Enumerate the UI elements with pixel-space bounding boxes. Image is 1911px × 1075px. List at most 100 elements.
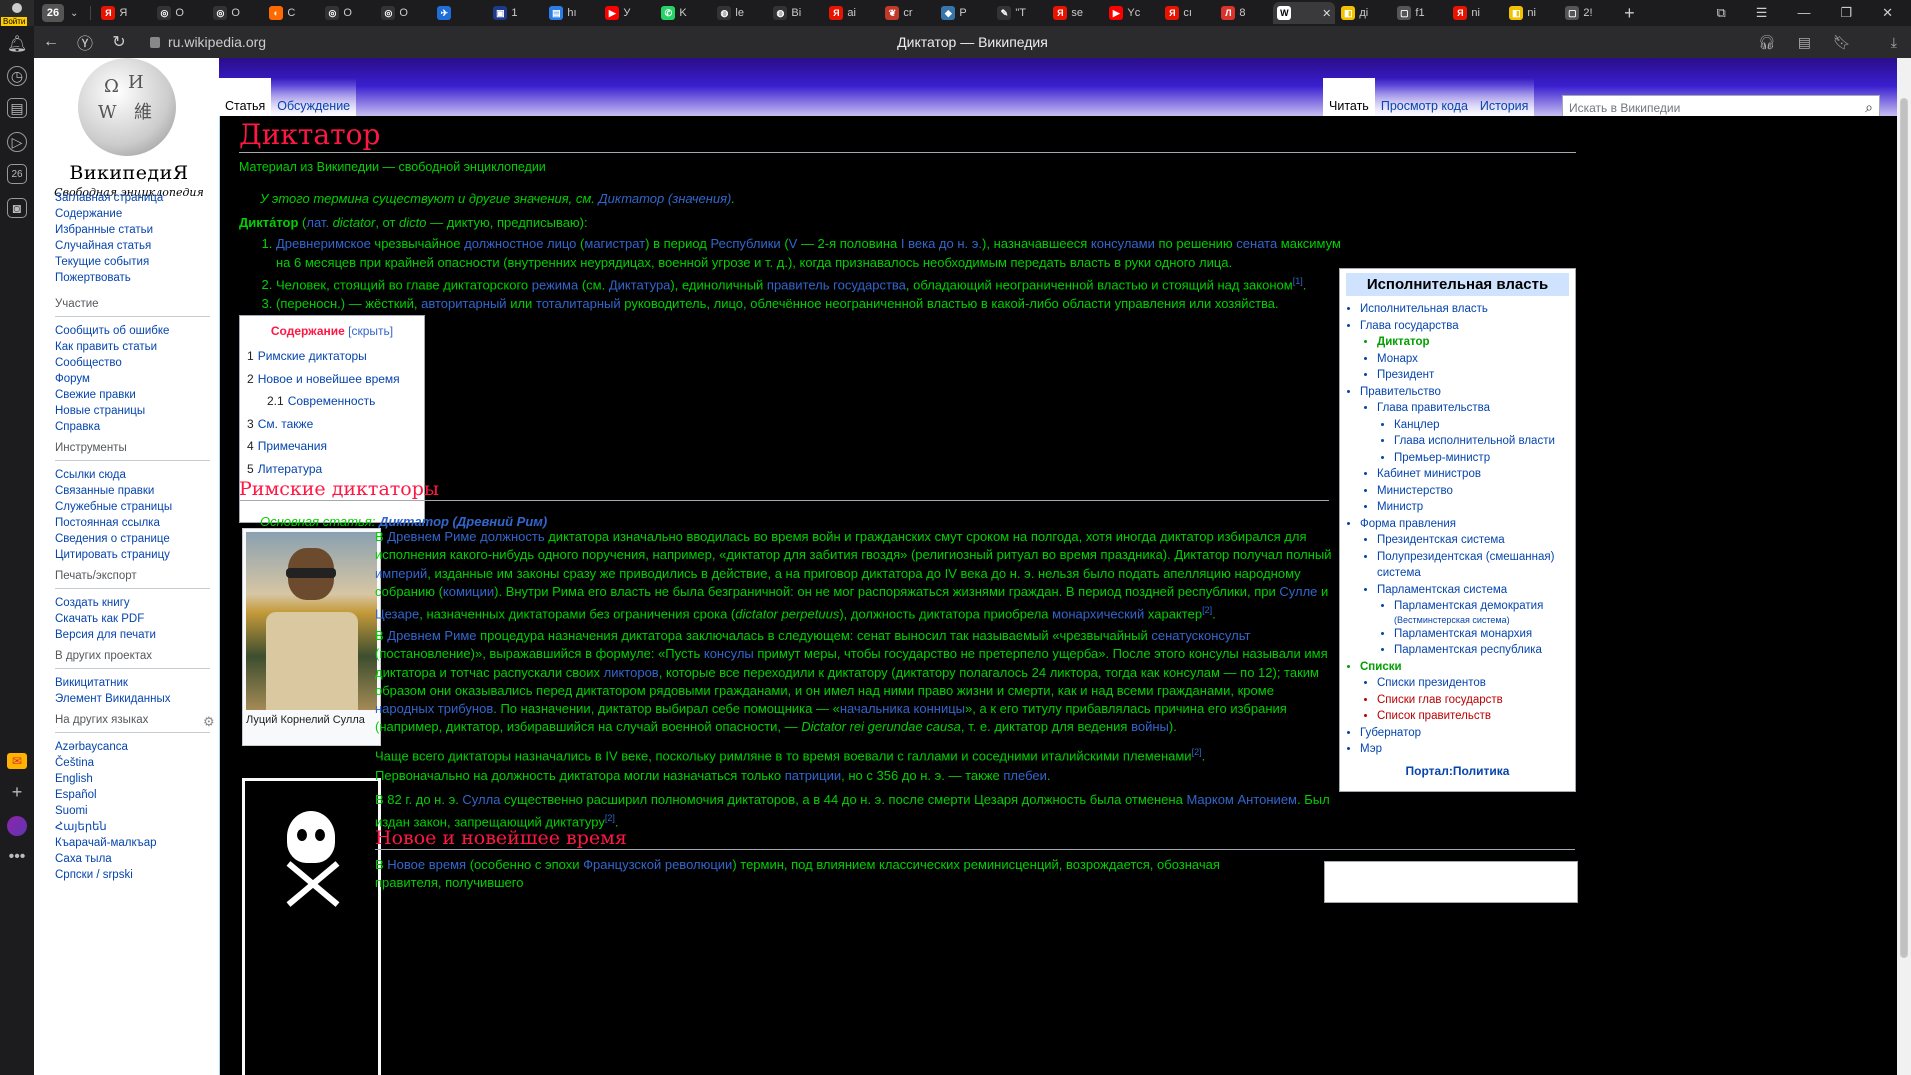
pirate-flag-image[interactable] <box>242 778 381 1075</box>
infobox-item[interactable]: Исполнительная власть <box>1360 301 1569 318</box>
browser-tab[interactable]: ✆ K <box>657 2 711 24</box>
infobox-item[interactable]: Форма правления <box>1360 516 1569 533</box>
close-window-button[interactable]: ✕ <box>1882 5 1893 21</box>
infobox-item[interactable]: Диктатор <box>1377 334 1569 351</box>
sidebar-link[interactable]: Suomi <box>55 803 215 819</box>
reader-icon[interactable]: ▤ <box>1798 34 1811 51</box>
hatnote-link[interactable]: Диктатор (значения) <box>599 191 732 206</box>
assistant-icon[interactable] <box>0 816 34 839</box>
scrollbar-thumb[interactable] <box>1900 98 1908 958</box>
search-icon[interactable]: ⌕ <box>1865 99 1873 116</box>
sidebar-link[interactable]: Текущие события <box>55 254 215 270</box>
download-icon[interactable]: ⤓ <box>1891 34 1897 51</box>
yandex-icon[interactable]: Ⓨ <box>68 30 102 54</box>
browser-tab[interactable]: ▤ hı <box>545 2 599 24</box>
toc-item[interactable]: 3 См. также <box>247 413 417 436</box>
tab-talk[interactable]: Обсуждение <box>271 78 357 119</box>
infobox-item[interactable]: Министр <box>1377 499 1569 516</box>
toc-item[interactable]: 4 Примечания <box>247 435 417 458</box>
infobox-item[interactable]: Списки <box>1360 659 1569 676</box>
browser-tab[interactable]: Яse <box>1049 2 1103 24</box>
thumbnail-figure[interactable]: Луций Корнелий Сулла <box>242 528 381 746</box>
sidebar-link[interactable]: Новые страницы <box>55 403 215 419</box>
sidebar-link[interactable]: Служебные страницы <box>55 499 215 515</box>
browser-tab[interactable]: Яcı <box>1161 2 1215 24</box>
browser-tab[interactable]: ▶ Yc <box>1105 2 1159 24</box>
more-icon[interactable]: ••• <box>0 848 34 866</box>
infobox-item[interactable]: Парламентская республика <box>1394 642 1569 659</box>
sidebar-link[interactable]: Čeština <box>55 755 215 771</box>
infobox-item[interactable]: Министерство <box>1377 483 1569 500</box>
tab-list-icon[interactable]: ⧉ <box>1716 5 1725 21</box>
add-icon[interactable]: + <box>0 782 34 803</box>
tab-history[interactable]: История <box>1473 78 1535 119</box>
reload-icon[interactable]: ↻ <box>102 32 136 52</box>
sidebar-link[interactable]: Հայերեն <box>55 819 215 835</box>
chevron-down-icon[interactable]: ⌄ <box>70 8 78 19</box>
tab-article[interactable]: Статья <box>219 78 272 119</box>
toc-item[interactable]: 1 Римские диктаторы <box>247 345 417 368</box>
infobox-item[interactable]: Правительство <box>1360 384 1569 401</box>
sidebar-link[interactable]: Саха тыла <box>55 851 215 867</box>
sidebar-link[interactable]: Ссылки сюда <box>55 467 215 483</box>
bell-icon[interactable]: 🔔︎ <box>7 34 27 54</box>
sidebar-link[interactable]: English <box>55 771 215 787</box>
infobox-item[interactable]: Президентская система <box>1377 532 1569 549</box>
thumbnail-image[interactable] <box>246 532 377 710</box>
sidebar-link[interactable]: Содержание <box>55 206 215 222</box>
toc-item[interactable]: 2 Новое и новейшее время <box>247 368 417 391</box>
toc-item[interactable]: 5 Литература <box>247 458 417 481</box>
lang-link[interactable]: лат. <box>306 215 329 230</box>
new-tab-button[interactable]: + <box>1615 3 1643 24</box>
profile-button[interactable]: Войти <box>0 0 34 26</box>
sidebar-link[interactable]: Заглавная страница <box>55 190 215 206</box>
play-icon[interactable]: ▷ <box>7 132 27 152</box>
sidebar-link[interactable]: Español <box>55 787 215 803</box>
browser-tab[interactable]: ◧ ді <box>1337 2 1391 24</box>
browser-tab[interactable]: ▢ 2! <box>1561 2 1615 24</box>
infobox-item[interactable]: (Вестминстерская система) <box>1394 615 1569 626</box>
tab-count-badge[interactable]: 26 <box>42 4 64 22</box>
sidebar-link[interactable]: Скачать как PDF <box>55 611 215 627</box>
sidebar-link[interactable]: Сообщество <box>55 355 215 371</box>
main-article-link[interactable]: Диктатор (Древний Рим) <box>379 514 547 529</box>
sidebar-link[interactable]: Цитировать страницу <box>55 547 215 563</box>
browser-tab[interactable]: W ✕ <box>1273 2 1336 24</box>
browser-tab[interactable]: ◎ О <box>321 2 375 24</box>
bookmark-icon[interactable]: 🔖︎ <box>1833 34 1851 51</box>
browser-tab[interactable]: ▢ f1 <box>1393 2 1447 24</box>
browser-tab[interactable]: ✎ "Т <box>993 2 1047 24</box>
browser-tab[interactable]: ◐ С <box>265 2 319 24</box>
sidebar-link[interactable]: Пожертвовать <box>55 270 215 286</box>
mail-icon[interactable]: ✉ <box>0 753 34 769</box>
browser-tab[interactable]: Яni <box>1449 2 1503 24</box>
wikipedia-logo-globe[interactable]: ΩИW維 <box>78 58 176 156</box>
sidebar-link[interactable]: Справка <box>55 419 215 435</box>
sidebar-link[interactable]: Сообщить об ошибке <box>55 323 215 339</box>
tab-view-source[interactable]: Просмотр кода <box>1374 78 1474 119</box>
browser-tab[interactable]: ◍ Bi <box>769 2 823 24</box>
sidebar-link[interactable]: Свежие правки <box>55 387 215 403</box>
browser-tab[interactable]: ▶ У <box>601 2 655 24</box>
sidebar-link[interactable]: Случайная статья <box>55 238 215 254</box>
sidebar-link[interactable]: Српски / srpski <box>55 867 215 883</box>
page-scrollbar[interactable] <box>1897 58 1911 1075</box>
minimize-button[interactable]: — <box>1797 5 1810 21</box>
infobox-item[interactable]: Кабинет министров <box>1377 466 1569 483</box>
sidebar-link[interactable]: Создать книгу <box>55 595 215 611</box>
browser-tab[interactable]: ЯЯ <box>97 2 151 24</box>
sidebar-link[interactable]: Связанные правки <box>55 483 215 499</box>
infobox-item[interactable]: Список правительств <box>1377 708 1569 725</box>
browser-tab[interactable]: Л8 <box>1217 2 1271 24</box>
sidebar-link[interactable]: Сведения о странице <box>55 531 215 547</box>
infobox-item[interactable]: Президент <box>1377 367 1569 384</box>
url-field[interactable]: ru.wikipedia.org <box>150 34 266 50</box>
infobox-item[interactable]: Премьер-министр <box>1394 450 1569 467</box>
infobox-item[interactable]: Канцлер <box>1394 417 1569 434</box>
infobox-item[interactable]: Списки глав государств <box>1377 692 1569 709</box>
infobox-item[interactable]: Глава исполнительной власти <box>1394 433 1569 450</box>
browser-tab[interactable]: ▣ 1 <box>489 2 543 24</box>
tab-read[interactable]: Читать <box>1323 78 1375 119</box>
sidebar-link[interactable]: Избранные статьи <box>55 222 215 238</box>
headphones-icon[interactable]: 🎧︎ <box>1758 34 1776 51</box>
